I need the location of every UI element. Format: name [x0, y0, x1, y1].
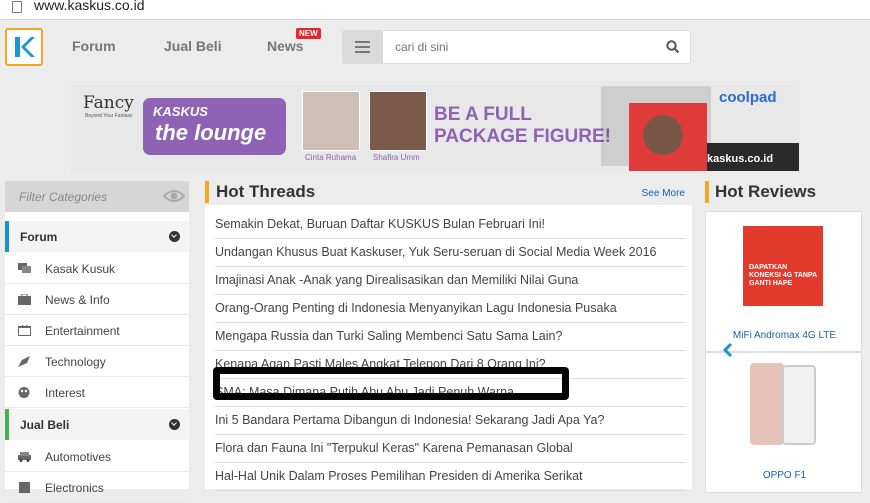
sidebar-item-label: Entertainment	[45, 324, 120, 338]
review-product-name[interactable]: OPPO F1	[706, 470, 863, 481]
sidebar-item-electronics[interactable]: Electronics	[5, 472, 189, 503]
review-card[interactable]: OPPO F1	[705, 352, 862, 493]
sidebar-item-automotives[interactable]: Automotives	[5, 441, 189, 472]
kaskus-logo-icon[interactable]	[5, 28, 43, 66]
thread-item[interactable]: Ini 5 Bandara Pertama Dibangun di Indone…	[215, 407, 686, 435]
kaskus-lounge-logo: KASKUS the lounge	[143, 98, 286, 155]
banner-model-face	[643, 115, 683, 155]
banner-headline-line2: PACKAGE FIGURE!	[434, 126, 611, 147]
new-badge: NEW	[296, 28, 321, 39]
sidebar-item-label: Kasak Kusuk	[45, 262, 116, 276]
filter-placeholder: Filter Categories	[19, 190, 108, 204]
review-product-name[interactable]: MiFi Andromax 4G LTE	[706, 330, 863, 341]
thread-title[interactable]: Mengapa Russia dan Turki Saling Membenci…	[215, 329, 562, 343]
banner-headline-line1: BE A FULL	[434, 104, 532, 125]
banner-fancy-tagline: Beyond Your Fantasy	[85, 113, 133, 119]
eye-icon[interactable]	[163, 188, 185, 204]
banner-lounge-text: the lounge	[155, 120, 267, 145]
sidebar-item-technology[interactable]: Technology	[5, 346, 189, 377]
thread-item[interactable]: Flora dan Fauna Ini "Terpukul Keras" Kar…	[215, 435, 686, 463]
tv-icon	[18, 325, 31, 336]
url-text[interactable]: www.kaskus.co.id	[34, 0, 144, 13]
sidebar-item-kasak-kusuk[interactable]: Kasak Kusuk	[5, 253, 189, 284]
sidebar-item-label: News & Info	[45, 293, 110, 307]
sidebar-item-entertainment[interactable]: Entertainment	[5, 315, 189, 346]
sidebar-item-label: Interest	[45, 386, 86, 400]
section-label: Jual Beli	[20, 418, 70, 432]
nav-news[interactable]: News	[267, 38, 304, 54]
banner-caption-1: Cinta Ruhama	[305, 153, 357, 162]
hot-threads-title: Hot Threads	[216, 182, 316, 201]
product-image-front	[782, 365, 816, 445]
sidebar-item-label: Technology	[45, 355, 106, 369]
nav-forum[interactable]: Forum	[72, 38, 116, 54]
thread-title[interactable]: Semakin Dekat, Buruan Daftar KUSKUS Bula…	[215, 217, 545, 231]
sidebar-item-label: Automotives	[45, 450, 112, 464]
car-icon	[18, 452, 31, 462]
menu-icon[interactable]	[342, 30, 382, 64]
category-sidebar: Filter Categories Forum Kasak Kusuk News…	[5, 181, 189, 503]
chevron-down-icon[interactable]	[169, 231, 180, 242]
page-icon	[12, 1, 22, 13]
banner-photo-cinta	[302, 91, 360, 151]
thread-title[interactable]: Imajinasi Anak -Anak yang Direalisasikan…	[215, 273, 578, 287]
browser-url-bar[interactable]: www.kaskus.co.id	[0, 0, 870, 20]
banner-fancy-logo: Fancy	[83, 93, 134, 113]
sidebar-item-news-info[interactable]: News & Info	[5, 284, 189, 315]
section-label: Forum	[20, 230, 58, 244]
filter-categories[interactable]: Filter Categories	[5, 181, 189, 212]
thread-item[interactable]: Undangan Khusus Buat Kaskuser, Yuk Seru-…	[215, 239, 686, 267]
search-input[interactable]	[383, 31, 690, 63]
rocket-icon	[18, 356, 30, 367]
banner-headline: BE A FULL PACKAGE FIGURE!	[434, 104, 611, 148]
search-bar	[342, 30, 691, 64]
banner-kaskus-text: KASKUS	[153, 104, 208, 119]
title-accent-bar	[705, 181, 709, 203]
product-promo-text: DAPATKAN KONEKSI 4G TANPA GANTI HAPE	[749, 264, 817, 287]
thread-title[interactable]: Orang-Orang Penting di Indonesia Menyany…	[215, 301, 617, 315]
nav-jual-beli[interactable]: Jual Beli	[164, 38, 222, 54]
top-nav: Forum Jual Beli News NEW	[0, 20, 870, 75]
thread-title[interactable]: Ini 5 Bandara Pertama Dibangun di Indone…	[215, 413, 604, 427]
see-more-link[interactable]: See More	[642, 188, 685, 199]
thread-item[interactable]: Hal-Hal Unik Dalam Proses Pemilihan Pres…	[215, 463, 686, 491]
banner-ad[interactable]: Fancy Beyond Your Fantasy KASKUS the lou…	[71, 81, 799, 171]
hot-reviews-title: Hot Reviews	[715, 182, 817, 201]
review-card[interactable]: DAPATKAN KONEKSI 4G TANPA GANTI HAPE MiF…	[705, 211, 862, 352]
hot-threads-panel: Hot Threads See More Semakin Dekat, Buru…	[205, 181, 692, 491]
product-image: DAPATKAN KONEKSI 4G TANPA GANTI HAPE	[743, 226, 823, 306]
thread-item[interactable]: Imajinasi Anak -Anak yang Direalisasikan…	[215, 267, 686, 295]
briefcase-icon	[18, 294, 31, 305]
sidebar-item-label: Electronics	[45, 481, 104, 495]
thread-title[interactable]: Hal-Hal Unik Dalam Proses Pemilihan Pres…	[215, 469, 583, 483]
search-icon[interactable]	[666, 40, 680, 54]
banner-coolpad-logo: coolpad	[719, 89, 777, 106]
thread-item[interactable]: Mengapa Russia dan Turki Saling Membenci…	[215, 323, 686, 351]
highlight-scribble	[213, 367, 569, 400]
sidebar-section-jual-beli[interactable]: Jual Beli	[5, 409, 189, 440]
banner-site-text: kaskus.co.id	[707, 153, 774, 165]
banner-caption-2: Shafira Umm	[373, 153, 420, 162]
sidebar-section-forum[interactable]: Forum	[5, 221, 189, 252]
device-icon	[19, 482, 30, 493]
thread-title[interactable]: Undangan Khusus Buat Kaskuser, Yuk Seru-…	[215, 245, 656, 259]
chevron-left-icon[interactable]	[723, 342, 733, 358]
banner-photo-shafira	[369, 91, 427, 151]
title-accent-bar	[205, 181, 209, 203]
sidebar-item-interest[interactable]: Interest	[5, 377, 189, 408]
palette-icon	[18, 387, 30, 398]
thread-item[interactable]: Semakin Dekat, Buruan Daftar KUSKUS Bula…	[215, 211, 686, 239]
thread-title[interactable]: Flora dan Fauna Ini "Terpukul Keras" Kar…	[215, 441, 573, 455]
hot-threads-header: Hot Threads See More	[205, 181, 692, 205]
chevron-down-icon[interactable]	[169, 419, 180, 430]
thread-item[interactable]: Orang-Orang Penting di Indonesia Menyany…	[215, 295, 686, 323]
product-image	[750, 363, 784, 445]
hot-reviews-panel: Hot Reviews DAPATKAN KONEKSI 4G TANPA GA…	[705, 181, 870, 493]
chat-icon	[18, 263, 31, 273]
